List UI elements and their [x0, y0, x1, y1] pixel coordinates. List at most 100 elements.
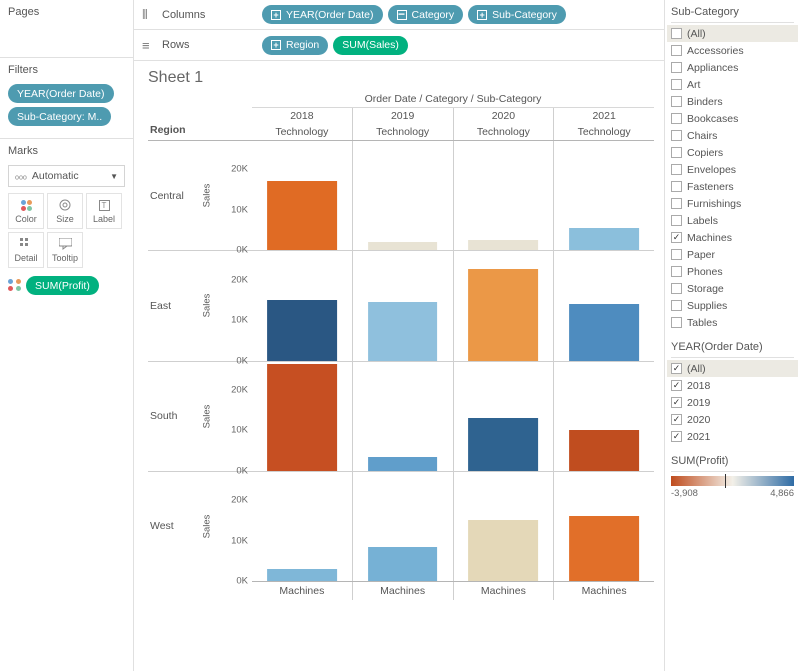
- plot-cell[interactable]: [554, 362, 654, 472]
- bar[interactable]: [368, 242, 438, 250]
- filter-item[interactable]: Accessories: [671, 42, 794, 59]
- filter-item[interactable]: Envelopes: [671, 161, 794, 178]
- plot-cell[interactable]: [353, 362, 453, 472]
- plot-cell[interactable]: [554, 141, 654, 251]
- filter-item[interactable]: Chairs: [671, 127, 794, 144]
- filter-item[interactable]: Furnishings: [671, 195, 794, 212]
- filter-item[interactable]: Copiers: [671, 144, 794, 161]
- filter-card-year[interactable]: YEAR(Order Date) (All)2018201920202021: [671, 339, 794, 445]
- bar[interactable]: [267, 569, 337, 581]
- y-tick: 20K: [231, 495, 248, 506]
- plot-cell[interactable]: [353, 472, 453, 581]
- rows-shelf[interactable]: ≡Rows +Region SUM(Sales): [134, 30, 664, 60]
- bar[interactable]: [267, 300, 337, 361]
- checkbox-icon: [671, 113, 682, 124]
- bar[interactable]: [468, 520, 538, 581]
- subcat-header[interactable]: Machines: [453, 582, 554, 600]
- col-pill-subcat[interactable]: +Sub-Category: [468, 5, 566, 24]
- region-header[interactable]: East: [148, 251, 200, 361]
- plot-cell[interactable]: [353, 141, 453, 251]
- bar[interactable]: [368, 457, 438, 471]
- category-header[interactable]: Technology: [453, 124, 554, 140]
- plot-cell[interactable]: [554, 251, 654, 361]
- plot-cell[interactable]: [454, 362, 554, 472]
- marks-size[interactable]: Size: [47, 193, 83, 229]
- filter-item-all[interactable]: (All): [667, 360, 798, 377]
- plot-cell[interactable]: [454, 251, 554, 361]
- y-tick: 10K: [231, 425, 248, 436]
- filter-item[interactable]: Fasteners: [671, 178, 794, 195]
- row-pill-sales[interactable]: SUM(Sales): [333, 36, 408, 55]
- category-header[interactable]: Technology: [553, 124, 654, 140]
- category-header[interactable]: Technology: [252, 124, 352, 140]
- filter-item[interactable]: 2020: [671, 411, 794, 428]
- filter-item[interactable]: Storage: [671, 280, 794, 297]
- bar[interactable]: [368, 302, 438, 361]
- region-header[interactable]: West: [148, 472, 200, 581]
- bar[interactable]: [267, 364, 337, 471]
- year-header[interactable]: 2021: [553, 108, 654, 124]
- filter-item[interactable]: Labels: [671, 212, 794, 229]
- bar[interactable]: [468, 240, 538, 250]
- filter-item-all[interactable]: (All): [667, 25, 798, 42]
- marks-label[interactable]: T Label: [86, 193, 122, 229]
- filter-item[interactable]: Binders: [671, 93, 794, 110]
- filter-item[interactable]: Art: [671, 76, 794, 93]
- filter-pill-subcat[interactable]: Sub-Category: M..: [8, 107, 111, 126]
- col-pill-category[interactable]: −Category: [388, 5, 464, 24]
- bar[interactable]: [569, 228, 639, 250]
- year-header[interactable]: 2018: [252, 108, 352, 124]
- y-tick: 0K: [236, 576, 248, 587]
- filters-card[interactable]: Filters YEAR(Order Date) Sub-Category: M…: [0, 58, 133, 139]
- col-pill-year[interactable]: +YEAR(Order Date): [262, 5, 383, 24]
- filter-item[interactable]: Supplies: [671, 297, 794, 314]
- plot-cell[interactable]: [252, 362, 352, 472]
- category-header[interactable]: Technology: [352, 124, 453, 140]
- bar[interactable]: [468, 269, 538, 360]
- marks-tooltip[interactable]: Tooltip: [47, 232, 83, 268]
- year-header[interactable]: 2019: [352, 108, 453, 124]
- bar[interactable]: [569, 304, 639, 361]
- year-header[interactable]: 2020: [453, 108, 554, 124]
- bar[interactable]: [368, 547, 438, 581]
- pages-card[interactable]: Pages: [0, 0, 133, 58]
- filter-item[interactable]: 2018: [671, 377, 794, 394]
- region-header[interactable]: South: [148, 362, 200, 472]
- filter-item[interactable]: Tables: [671, 314, 794, 331]
- plot-cell[interactable]: [454, 472, 554, 581]
- region-header[interactable]: Central: [148, 141, 200, 251]
- sheet-title[interactable]: Sheet 1: [148, 69, 654, 87]
- filter-item[interactable]: Appliances: [671, 59, 794, 76]
- plot-cell[interactable]: [252, 141, 352, 251]
- legend-profit[interactable]: SUM(Profit) -3,908 4,866: [671, 453, 794, 499]
- subcat-header[interactable]: Machines: [553, 582, 654, 600]
- marks-detail[interactable]: Detail: [8, 232, 44, 268]
- filter-pill-year[interactable]: YEAR(Order Date): [8, 84, 114, 103]
- mark-type-select[interactable]: ₒₒₒAutomatic ▼: [8, 165, 125, 187]
- plot-cell[interactable]: [454, 141, 554, 251]
- filter-item[interactable]: Bookcases: [671, 110, 794, 127]
- bar[interactable]: [569, 430, 639, 470]
- chevron-down-icon: ▼: [110, 172, 118, 181]
- y-tick: 10K: [231, 535, 248, 546]
- bottom-labels: MachinesMachinesMachinesMachines: [148, 581, 654, 600]
- columns-shelf[interactable]: ⦀Columns +YEAR(Order Date) −Category +Su…: [134, 0, 664, 30]
- filter-item[interactable]: Phones: [671, 263, 794, 280]
- filter-item[interactable]: Machines: [671, 229, 794, 246]
- subcat-header[interactable]: Machines: [352, 582, 453, 600]
- filter-card-subcat[interactable]: Sub-Category (All)AccessoriesAppliancesA…: [671, 4, 794, 331]
- bar[interactable]: [468, 418, 538, 471]
- bar[interactable]: [267, 181, 337, 250]
- subcat-header[interactable]: Machines: [252, 582, 352, 600]
- marks-color[interactable]: Color: [8, 193, 44, 229]
- plot-cell[interactable]: [353, 251, 453, 361]
- plot-cell[interactable]: [252, 251, 352, 361]
- filter-item[interactable]: 2019: [671, 394, 794, 411]
- plot-cell[interactable]: [554, 472, 654, 581]
- plot-cell[interactable]: [252, 472, 352, 581]
- bar[interactable]: [569, 516, 639, 581]
- color-pill-profit[interactable]: SUM(Profit): [26, 276, 99, 295]
- row-pill-region[interactable]: +Region: [262, 36, 328, 55]
- filter-item[interactable]: 2021: [671, 428, 794, 445]
- filter-item[interactable]: Paper: [671, 246, 794, 263]
